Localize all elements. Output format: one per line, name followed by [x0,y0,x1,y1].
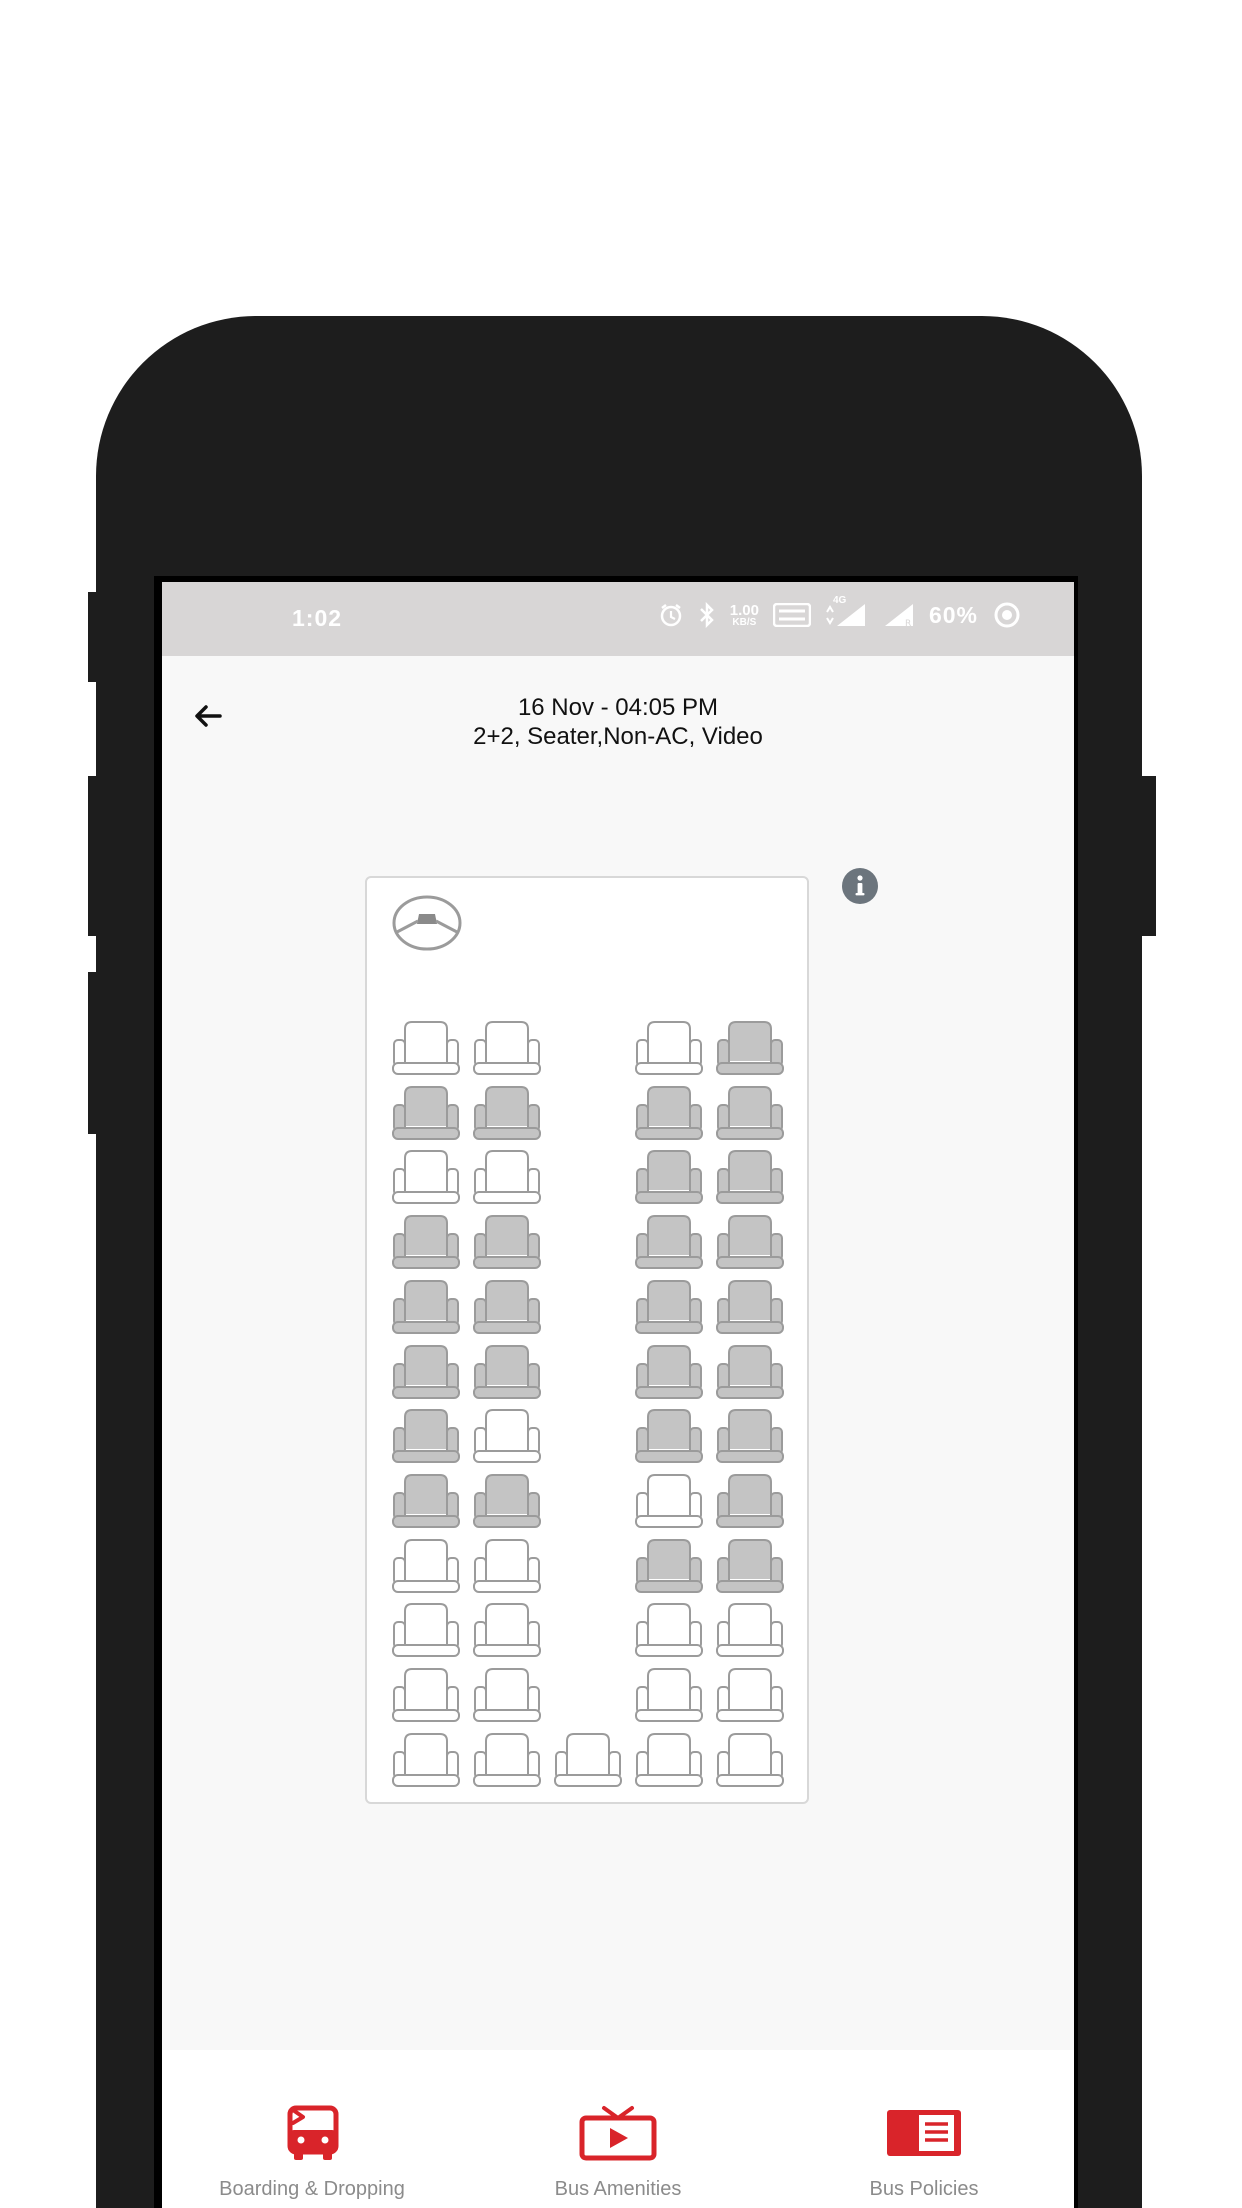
mobile-data-icon: 4G [825,595,869,628]
steering-wheel-icon [392,895,462,951]
seat-available[interactable] [553,1732,623,1788]
info-icon[interactable] [842,868,878,904]
seat-available[interactable] [472,1538,542,1594]
seat-booked[interactable] [634,1344,704,1400]
app-screen: 1:02 1.00 KB/S 4G R 60% 16 Nov - 04:05 P… [162,582,1074,2208]
seat-booked[interactable] [472,1214,542,1270]
phone-power-button [1140,776,1156,936]
seat-booked[interactable] [715,1279,785,1335]
battery-saver-icon [992,600,1022,630]
seat-booked[interactable] [472,1279,542,1335]
phone-side-button [88,972,100,1134]
seat-available[interactable] [634,1473,704,1529]
seat-available[interactable] [472,1732,542,1788]
seat-available[interactable] [472,1602,542,1658]
alarm-icon [658,602,684,628]
seat-layout [365,876,809,1804]
policy-document-icon [887,2110,961,2156]
network-speed-value: 1.00 [729,601,759,619]
seat-booked[interactable] [634,1085,704,1141]
seat-booked[interactable] [391,1085,461,1141]
volte-icon [772,603,811,627]
seat-booked[interactable] [634,1538,704,1594]
seat-booked[interactable] [634,1408,704,1464]
seat-booked[interactable] [715,1085,785,1141]
phone-side-button [88,776,100,936]
bus-policies-tab[interactable]: Bus Policies [794,2104,1054,2201]
bluetooth-icon [698,602,716,628]
trip-header: 16 Nov - 04:05 PM 2+2, Seater,Non-AC, Vi… [162,656,1074,766]
seat-available[interactable] [634,1020,704,1076]
bus-icon [287,2105,339,2160]
network-type-label: 4G [832,595,847,606]
status-icons: 1.00 KB/S 4G R 60% [658,595,1022,630]
seat-available[interactable] [634,1732,704,1788]
bottom-nav: Boarding & Dropping Bus Amenities Bus Po… [162,2050,1074,2208]
trip-date-time: 16 Nov - 04:05 PM [517,694,719,721]
status-bar: 1:02 1.00 KB/S 4G R 60% [162,582,1074,656]
network-speed-unit: KB/S [732,616,757,628]
boarding-dropping-label: Boarding & Dropping [219,2178,405,2200]
seat-booked[interactable] [715,1344,785,1400]
seat-booked[interactable] [715,1149,785,1205]
bus-policies-label: Bus Policies [869,2178,979,2200]
seat-booked[interactable] [391,1279,461,1335]
battery-percent: 60% [928,601,978,628]
tv-icon [579,2106,657,2161]
seat-booked[interactable] [391,1473,461,1529]
seat-available[interactable] [472,1667,542,1723]
signal-icon: R [883,602,915,628]
seat-booked[interactable] [715,1214,785,1270]
seat-booked[interactable] [715,1473,785,1529]
seat-available[interactable] [472,1149,542,1205]
seat-available[interactable] [391,1732,461,1788]
seat-available[interactable] [391,1602,461,1658]
seat-booked[interactable] [472,1344,542,1400]
seat-available[interactable] [472,1408,542,1464]
seat-booked[interactable] [472,1473,542,1529]
seat-booked[interactable] [715,1020,785,1076]
phone-screen: 1:02 1.00 KB/S 4G R 60% 16 Nov - 04:05 P… [154,576,1078,2208]
bus-amenities-tab[interactable]: Bus Amenities [488,2104,748,2201]
seat-booked[interactable] [472,1085,542,1141]
seat-available[interactable] [391,1020,461,1076]
seat-booked[interactable] [634,1214,704,1270]
network-speed: 1.00 KB/S [730,603,759,628]
seat-booked[interactable] [391,1214,461,1270]
seat-booked[interactable] [715,1538,785,1594]
seat-booked[interactable] [715,1408,785,1464]
svg-text:R: R [905,619,911,628]
seat-available[interactable] [715,1602,785,1658]
seat-available[interactable] [472,1020,542,1076]
seat-available[interactable] [391,1149,461,1205]
seat-available[interactable] [715,1667,785,1723]
seat-available[interactable] [391,1538,461,1594]
seat-available[interactable] [634,1602,704,1658]
boarding-dropping-tab[interactable]: Boarding & Dropping [182,2104,442,2201]
seat-booked[interactable] [391,1408,461,1464]
seat-available[interactable] [634,1667,704,1723]
status-time: 1:02 [292,605,343,631]
bus-type: 2+2, Seater,Non-AC, Video [473,723,763,750]
seat-booked[interactable] [391,1344,461,1400]
seat-available[interactable] [715,1732,785,1788]
seat-booked[interactable] [634,1149,704,1205]
bus-amenities-label: Bus Amenities [554,2178,682,2200]
phone-side-button [88,592,100,682]
seat-booked[interactable] [634,1279,704,1335]
seat-available[interactable] [391,1667,461,1723]
